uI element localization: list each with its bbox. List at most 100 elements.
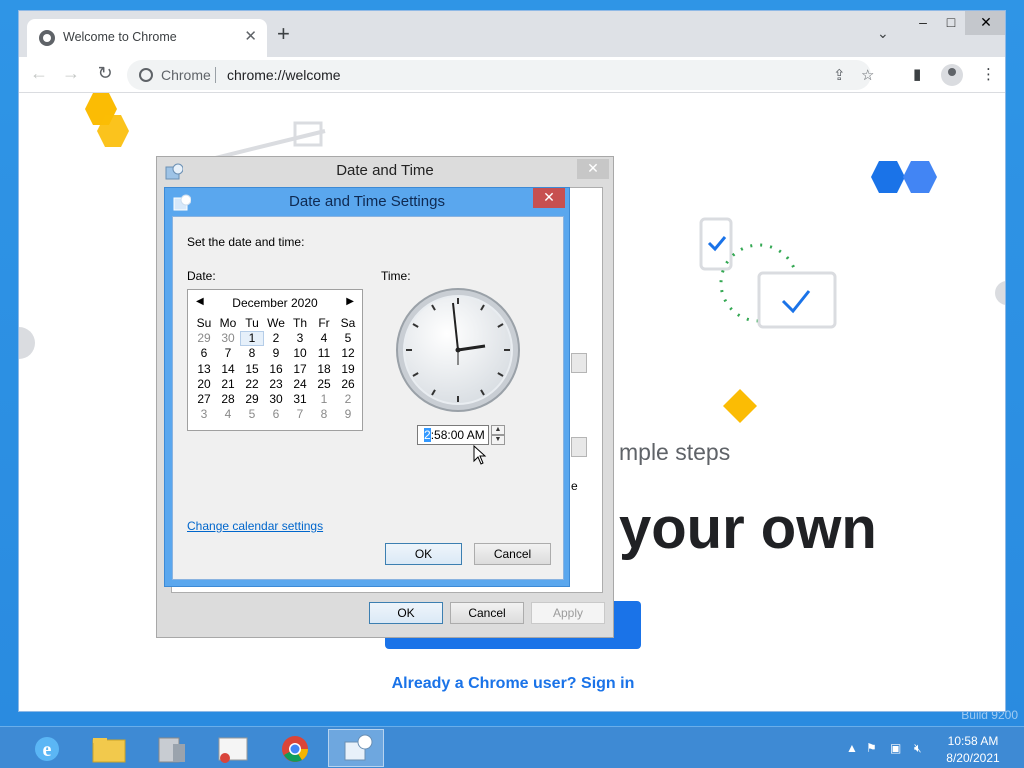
next-month-arrow-icon[interactable]: ▶ [346, 296, 354, 307]
settings-close-button[interactable]: ✕ [533, 188, 565, 208]
calendar-day[interactable]: 16 [264, 362, 288, 377]
time-spin-down[interactable]: ▼ [491, 435, 505, 445]
calendar-day[interactable]: 29 [240, 392, 264, 407]
calendar-day[interactable]: 8 [312, 407, 336, 422]
calendar-day[interactable]: 13 [192, 362, 216, 377]
time-hour-selected: 2 [424, 428, 431, 442]
network-icon[interactable]: ▣ [890, 741, 901, 755]
time-input[interactable]: 2:58:00 AM [417, 425, 489, 445]
calendar-day[interactable]: 2 [264, 331, 288, 346]
tab-search-button[interactable]: ⌄ [877, 25, 889, 42]
chrome-icon [282, 736, 309, 762]
sign-in-link[interactable]: Already a Chrome user? Sign in [19, 675, 1005, 693]
calendar-day[interactable]: 3 [288, 331, 312, 346]
apply-button[interactable]: Apply [531, 602, 605, 624]
calendar-day[interactable]: 4 [216, 407, 240, 422]
dialog-close-button[interactable]: ✕ [577, 159, 609, 179]
taskbar-datetime[interactable] [328, 729, 384, 767]
taskbar-explorer[interactable] [80, 729, 136, 767]
weekday-label: Fr [318, 316, 330, 330]
calendar-day[interactable]: 1 [312, 392, 336, 407]
calendar-day[interactable]: 31 [288, 392, 312, 407]
tab-strip: Welcome to Chrome ✕ + ⌄ – □ ✕ [19, 11, 1005, 57]
calendar-day[interactable]: 3 [192, 407, 216, 422]
side-panel-icon[interactable]: ▮ [913, 65, 921, 83]
calendar-day[interactable]: 30 [216, 331, 240, 346]
calendar-day[interactable]: 6 [192, 346, 216, 361]
close-window-button[interactable]: ✕ [965, 11, 1005, 35]
taskbar-certificate-app[interactable] [204, 729, 260, 767]
calendar-day[interactable]: 19 [336, 362, 360, 377]
settings-cancel-button[interactable]: Cancel [474, 543, 551, 565]
calendar-day[interactable]: 2 [336, 392, 360, 407]
calendar-day[interactable]: 6 [264, 407, 288, 422]
back-button[interactable]: ← [27, 63, 51, 84]
calendar-day[interactable]: 12 [336, 346, 360, 361]
calendar-day[interactable]: 5 [240, 407, 264, 422]
reload-button[interactable]: ↻ [93, 63, 117, 84]
calendar-day[interactable]: 15 [240, 362, 264, 377]
taskbar-ie[interactable]: e [18, 729, 74, 767]
calendar-day[interactable]: 20 [192, 377, 216, 392]
taskbar-chrome[interactable] [266, 729, 322, 767]
calendar-day[interactable]: 5 [336, 331, 360, 346]
calendar-day[interactable]: 17 [288, 362, 312, 377]
calendar-day[interactable]: 25 [312, 377, 336, 392]
mouse-cursor-icon [473, 445, 487, 465]
blue-hexagon-decoration [871, 161, 937, 193]
calendar-day[interactable]: 21 [216, 377, 240, 392]
forward-button[interactable]: → [59, 63, 83, 84]
calendar-day[interactable]: 24 [288, 377, 312, 392]
maximize-button[interactable]: □ [937, 11, 965, 35]
settings-ok-button[interactable]: OK [385, 543, 462, 565]
calendar-week-row: 27 28 29 30 31 1 2 [192, 392, 360, 407]
calendar-day[interactable]: 9 [336, 407, 360, 422]
calendar-day[interactable]: 4 [312, 331, 336, 346]
bookmark-star-icon[interactable]: ☆ [861, 66, 874, 84]
new-tab-button[interactable]: + [277, 23, 290, 45]
calendar-day[interactable]: 22 [240, 377, 264, 392]
outer-ok-button[interactable]: OK [369, 602, 443, 624]
calendar-day[interactable]: 29 [192, 331, 216, 346]
yellow-hexagon-decoration [85, 93, 129, 147]
calendar-day[interactable]: 28 [216, 392, 240, 407]
change-zone-button-partial[interactable] [571, 437, 587, 457]
url-text[interactable]: chrome://welcome [227, 67, 341, 83]
calendar-day[interactable]: 30 [264, 392, 288, 407]
calendar-day[interactable]: 7 [288, 407, 312, 422]
certificate-icon [218, 737, 248, 763]
change-button-partial[interactable] [571, 353, 587, 373]
calendar-day[interactable]: 14 [216, 362, 240, 377]
change-calendar-settings-link[interactable]: Change calendar settings [187, 519, 323, 533]
calendar-day[interactable]: 10 [288, 346, 312, 361]
calendar-day[interactable]: 23 [264, 377, 288, 392]
tab-welcome[interactable]: Welcome to Chrome ✕ [27, 19, 267, 57]
tab-title: Welcome to Chrome [63, 30, 177, 44]
share-icon[interactable]: ⇪ [833, 66, 846, 84]
tab-close-button[interactable]: ✕ [244, 27, 257, 45]
analog-clock [396, 288, 520, 412]
calendar-day[interactable]: 26 [336, 377, 360, 392]
volume-muted-icon[interactable]: 🔇︎ [914, 741, 922, 756]
taskbar-server-manager[interactable] [142, 729, 198, 767]
weekday-label: We [267, 316, 285, 330]
calendar-day[interactable]: 9 [264, 346, 288, 361]
calendar-day[interactable]: 18 [312, 362, 336, 377]
calendar-day[interactable]: 1 [240, 331, 264, 347]
taskbar-date: 8/20/2021 [946, 751, 1000, 765]
show-hidden-icons-chevron-icon[interactable]: ▲ [846, 741, 858, 755]
address-bar[interactable]: Chrome chrome://welcome ⇪ ☆ [127, 60, 874, 90]
minimize-button[interactable]: – [909, 11, 937, 35]
calendar-day[interactable]: 8 [240, 346, 264, 361]
outer-cancel-button[interactable]: Cancel [450, 602, 524, 624]
action-center-flag-icon[interactable]: ⚑ [866, 741, 877, 755]
calendar-month-year[interactable]: December 2020 [188, 296, 362, 310]
calendar-day[interactable]: 7 [216, 346, 240, 361]
taskbar-clock[interactable]: 10:58 AM 8/20/2021 [928, 733, 1018, 767]
calendar-control[interactable]: ◀ December 2020 ▶ Su Mo Tu We Th Fr Sa 29 30 1 2 3 4… [187, 289, 363, 431]
menu-dots-icon[interactable]: ⋮ [981, 65, 996, 83]
time-spin-up[interactable]: ▲ [491, 425, 505, 435]
calendar-day[interactable]: 11 [312, 346, 336, 361]
calendar-day[interactable]: 27 [192, 392, 216, 407]
profile-avatar[interactable] [941, 64, 963, 86]
